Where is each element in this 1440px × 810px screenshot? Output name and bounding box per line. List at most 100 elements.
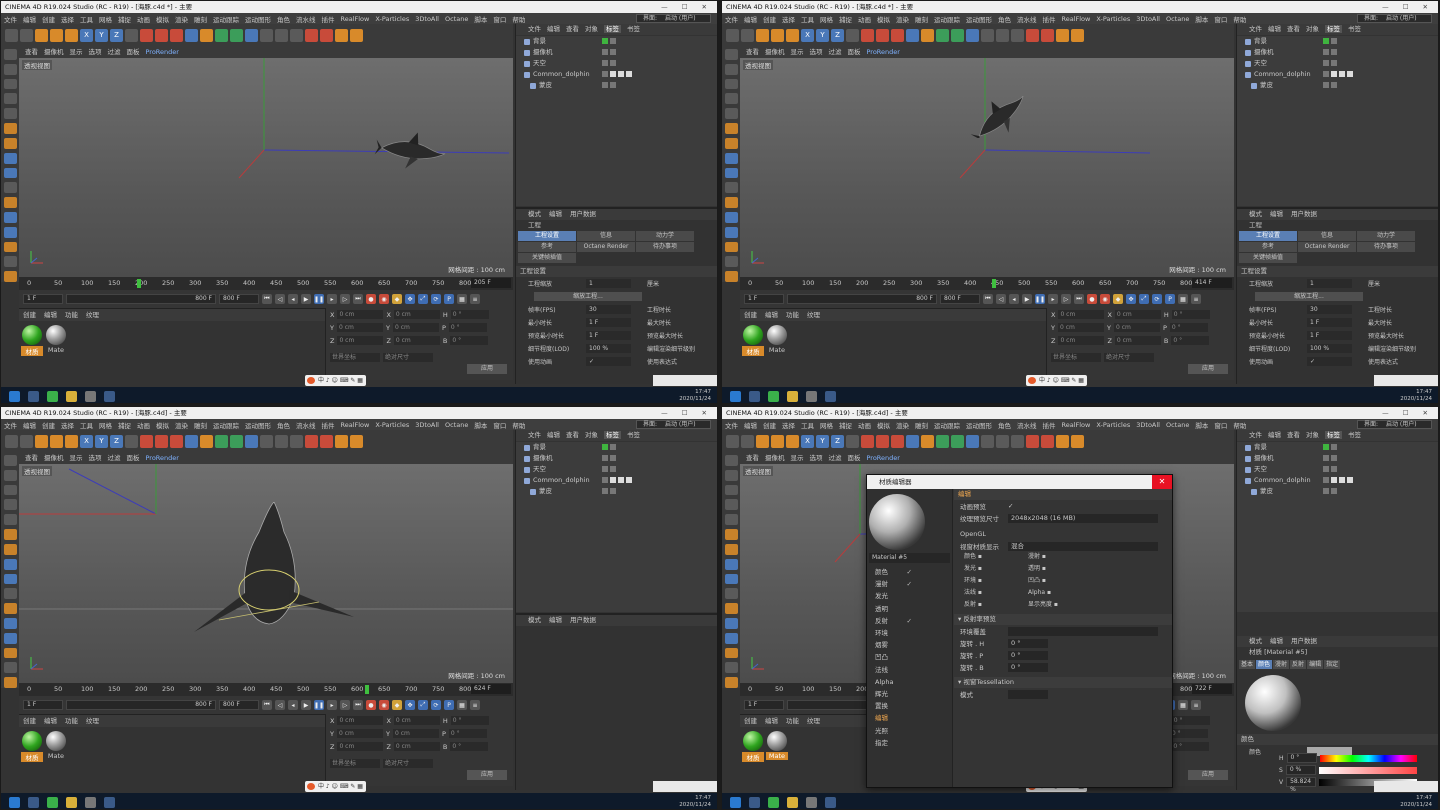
playhead-marker[interactable] (992, 279, 996, 288)
material-menu-item[interactable]: 编辑 (765, 717, 778, 725)
menu-item[interactable]: 捕捉 (836, 420, 855, 430)
notification-bar[interactable] (1374, 781, 1438, 792)
viewport-menu-item[interactable]: 摄像机 (765, 48, 785, 56)
mode-tool-icon[interactable] (3, 78, 17, 90)
coord-mode-select[interactable]: 世界坐标 (1051, 353, 1101, 362)
menu-item[interactable]: 帮助 (1230, 14, 1249, 24)
attr-tab[interactable]: 参考 (518, 242, 576, 252)
first-frame-icon[interactable]: ⏮ (262, 700, 272, 710)
attr-tab[interactable]: 待办事项 (1357, 242, 1415, 252)
prev-key-icon[interactable]: ◁ (275, 700, 285, 710)
coord-mode-select[interactable]: 世界坐标 (330, 759, 380, 768)
gl-channel-toggle[interactable]: Alpha ▪ (1028, 588, 1092, 598)
playhead-marker[interactable] (365, 685, 369, 694)
end-frame-field[interactable]: 800 F (940, 294, 980, 304)
attr-field[interactable]: 1 F (586, 318, 631, 327)
position-field[interactable]: 0 cm (1057, 323, 1104, 332)
size-field[interactable]: 0 cm (1114, 310, 1161, 319)
mode-tool-icon[interactable] (724, 484, 738, 496)
render-settings-icon[interactable] (170, 434, 183, 448)
attr-tab[interactable]: Octane Render (1298, 242, 1356, 252)
attr-tab[interactable]: 参考 (1239, 242, 1297, 252)
object-row[interactable]: 蒙皮 (516, 486, 717, 497)
attr-tab[interactable]: 待办事项 (636, 242, 694, 252)
channel-item[interactable]: 反射 ✓ (867, 615, 952, 627)
window-controls[interactable]: — ☐ ✕ (1382, 407, 1434, 419)
apply-button[interactable]: 应用 (1188, 364, 1228, 374)
menu-item[interactable]: 角色 (995, 14, 1014, 24)
mode-tool-icon[interactable] (724, 211, 738, 223)
menu-item[interactable]: RealFlow (338, 15, 373, 23)
rotation-field[interactable]: 0 ° (450, 310, 489, 319)
mode-tool-icon[interactable] (724, 455, 738, 466)
scale-icon[interactable] (771, 434, 784, 448)
hue-slider[interactable] (1319, 754, 1417, 762)
c4d-app-icon[interactable] (806, 796, 817, 808)
menu-item[interactable]: RealFlow (1059, 421, 1094, 429)
prorender-menu[interactable]: ProRender (867, 48, 900, 56)
rotate-icon[interactable] (786, 434, 799, 448)
menu-item[interactable]: 3DtoAll (1133, 15, 1163, 23)
viewport-menu-item[interactable]: 面板 (127, 454, 140, 462)
menu-item[interactable]: 编辑 (741, 420, 760, 430)
system-tray[interactable]: 17:47 2020/11/24 (1400, 389, 1432, 403)
start-frame-field[interactable]: 1 F (23, 294, 63, 304)
mode-tool-icon[interactable] (3, 677, 17, 688)
menu-item[interactable]: 编辑 (20, 14, 39, 24)
mode-tool-icon[interactable] (3, 499, 17, 511)
object-menu-item[interactable]: 标签 (1325, 25, 1342, 33)
menu-item[interactable]: 3DtoAll (1133, 421, 1163, 429)
mode-tool-icon[interactable] (724, 49, 738, 60)
object-menu-item[interactable]: 文件 (1249, 25, 1262, 33)
mode-tool-icon[interactable] (3, 603, 17, 614)
autokey-icon[interactable]: ◉ (1100, 294, 1110, 304)
object-row[interactable]: 摄像机 (516, 47, 717, 58)
material-menu-item[interactable]: 纹理 (807, 717, 820, 725)
viewport-menu-item[interactable]: 面板 (848, 454, 861, 462)
range-slider[interactable]: 800 F (66, 294, 216, 304)
gl-channel-toggle[interactable]: 环境 ▪ (964, 576, 1028, 586)
channel-item[interactable]: 发光 (867, 590, 952, 602)
menu-item[interactable]: 渲染 (893, 14, 912, 24)
size-mode-select[interactable]: 绝对尺寸 (383, 353, 433, 362)
cube-icon[interactable] (185, 28, 198, 42)
attr-field[interactable]: 100 % (586, 344, 631, 353)
menu-item[interactable]: Octane (1163, 15, 1192, 23)
close-icon[interactable]: ✕ (1152, 475, 1172, 489)
rotation-field[interactable]: 0 ° (1171, 310, 1210, 319)
mode-tool-icon[interactable] (724, 123, 738, 134)
object-menu-item[interactable]: 书签 (1348, 431, 1361, 439)
menu-item[interactable]: RealFlow (338, 421, 373, 429)
menu-item[interactable]: 选择 (779, 420, 798, 430)
mode-tool-icon[interactable] (724, 167, 738, 179)
x-axis-icon[interactable]: X (801, 28, 814, 42)
dolphin-model[interactable] (374, 128, 449, 173)
z-axis-icon[interactable]: Z (831, 28, 844, 42)
menu-item[interactable]: 流水线 (1014, 420, 1040, 430)
menu-item[interactable]: 雕刻 (912, 14, 931, 24)
camera-icon[interactable] (275, 28, 288, 42)
snap-icon[interactable] (350, 434, 363, 448)
material-tab[interactable]: 漫射 (1273, 660, 1290, 669)
attr-menu-item[interactable]: 编辑 (549, 210, 562, 218)
channel-item[interactable]: 辉光 (867, 688, 952, 700)
object-row[interactable]: 摄像机 (1237, 453, 1438, 464)
cube-icon[interactable] (906, 28, 919, 42)
menu-item[interactable]: 创建 (39, 14, 58, 24)
position-field[interactable]: 0 cm (1058, 336, 1105, 345)
play-icon[interactable]: ▶ (301, 700, 311, 710)
attr-field[interactable]: 30 (1307, 305, 1352, 314)
attr-menu-item[interactable]: 用户数据 (1291, 637, 1317, 645)
xp-icon[interactable] (1026, 28, 1039, 42)
object-row[interactable]: Common_dolphin (516, 69, 717, 80)
menu-item[interactable]: 窗口 (1211, 420, 1230, 430)
floor-icon[interactable] (981, 434, 994, 448)
browser-icon[interactable] (47, 390, 58, 402)
position-field[interactable]: 0 cm (1058, 310, 1105, 319)
menu-item[interactable]: 运动跟踪 (210, 14, 242, 24)
rotation-field[interactable]: 0 ° (1008, 650, 1048, 660)
tessellation-section[interactable]: ▾ 视窗Tessellation (954, 677, 1172, 688)
app-icon[interactable] (825, 390, 836, 402)
viewport-menu-item[interactable]: 过滤 (829, 454, 842, 462)
attr-tab[interactable]: 动力学 (636, 231, 694, 241)
